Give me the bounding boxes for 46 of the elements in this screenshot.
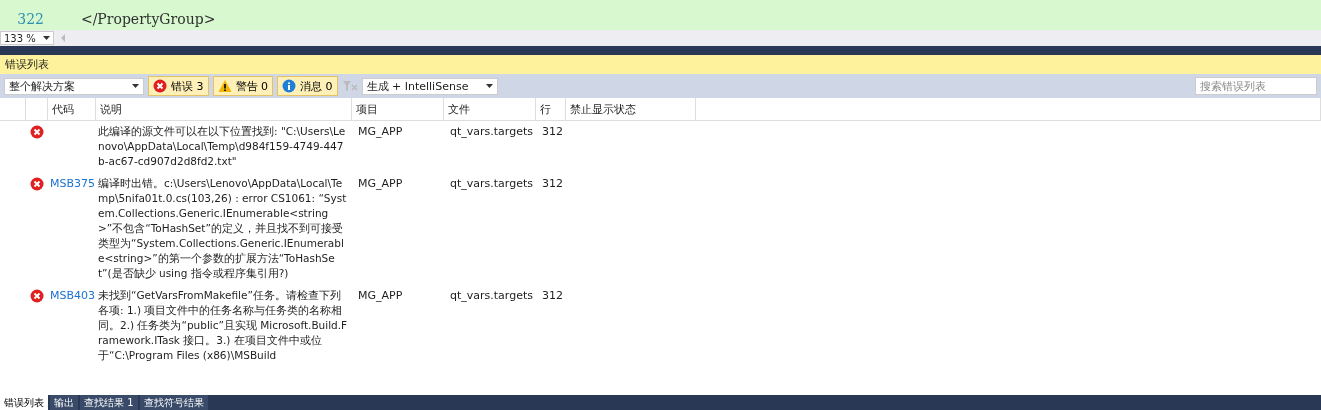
line-cell: 312 (542, 289, 563, 302)
caret-icon (132, 84, 139, 88)
code-line: </PropertyGroup> (79, 10, 216, 28)
scroll-left-icon[interactable] (60, 34, 66, 42)
error-icon (30, 177, 44, 191)
project-cell: MG_APP (358, 125, 403, 138)
panel-title: 错误列表 (5, 57, 49, 72)
panel-tab[interactable]: 查找结果 1 (80, 395, 138, 410)
info-icon (282, 79, 296, 93)
column-header[interactable]: 禁止显示状态 (566, 98, 696, 120)
caret-icon (485, 84, 493, 88)
source-dropdown[interactable]: 生成 + IntelliSense (361, 77, 498, 95)
project-cell: MG_APP (358, 289, 403, 302)
column-header[interactable]: 文件 (444, 98, 536, 120)
filter-icon[interactable] (341, 79, 358, 93)
column-header[interactable]: 说明 (96, 98, 352, 120)
info-filter-button[interactable]: 消息 0 (277, 76, 338, 96)
panel-tab[interactable]: 错误列表 (0, 395, 48, 410)
file-cell: qt_vars.targets (450, 289, 533, 302)
error-description: 此编译的源文件可以在以下位置找到: "C:\Users\Lenovo\AppData\Local\Temp\d984f159-4749-447b-ac67-cd907d2d8fd2.txt" (98, 124, 347, 169)
line-cell: 312 (542, 177, 563, 190)
error-code-link[interactable]: MSB403 (50, 289, 95, 302)
error-icon (30, 125, 44, 139)
scope-dropdown[interactable]: 整个解决方案 (4, 77, 144, 95)
column-header[interactable]: 代码 (48, 98, 96, 120)
file-cell: qt_vars.targets (450, 177, 533, 190)
error-code-link[interactable]: MSB375 (50, 177, 95, 190)
project-cell: MG_APP (358, 177, 403, 190)
warning-icon (217, 79, 232, 93)
panel-splitter[interactable] (0, 46, 1321, 55)
panel-tab[interactable]: 输出 (50, 395, 78, 410)
error-icon (30, 289, 44, 303)
panel-tab[interactable]: 查找符号结果 (139, 395, 208, 410)
line-number: 322 (16, 10, 45, 28)
error-description: 未找到“GetVarsFromMakefile”任务。请检查下列各项: 1.) 项目文件中的任务名称与任务类的名称相同。2.) 任务类为“public”且实现 Microsoft.Build.Framework.ITask 接口。3.) 在项目文件中或位于“C:\Program Files (x86)\MSBuild (98, 288, 348, 363)
line-cell: 312 (542, 125, 563, 138)
search-field[interactable]: 搜索错误列表 (1195, 77, 1317, 95)
error-icon (153, 79, 167, 93)
warning-filter-button[interactable]: 警告 0 (212, 76, 273, 96)
error-description: 编译时出错。c:\Users\Lenovo\AppData\Local\Temp\5nifa01t.0.cs(103,26) : error CS1061: “System.Collections.Generic.IEnumerable<string>”不包含“ToHashSet”的定义，并且找不到可接受类型为“System.Collections.Generic.IEnumerable<string>”的第一个参数的扩展方法“ToHashSet”(是否缺少 using 指令或程序集引用?) (98, 176, 348, 281)
column-header[interactable]: 行 (536, 98, 566, 120)
column-header[interactable]: 项目 (352, 98, 444, 120)
caret-icon (43, 36, 50, 40)
error-filter-button[interactable]: 错误 3 (148, 76, 209, 96)
zoom-dropdown[interactable]: 133 % (0, 31, 54, 45)
file-cell: qt_vars.targets (450, 125, 533, 138)
